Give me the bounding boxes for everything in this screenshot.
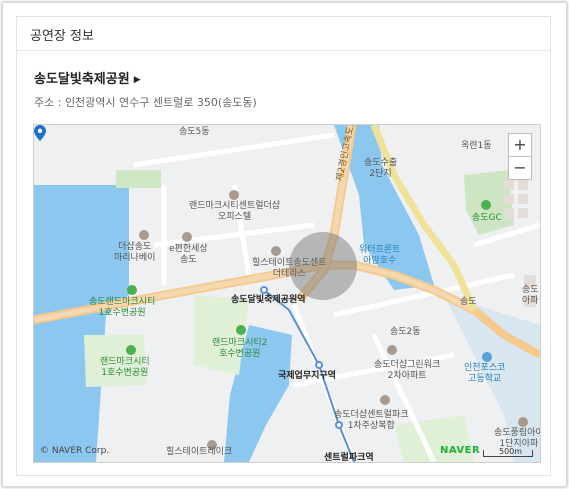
map-label: 워터프론트 아암호수 [359, 245, 401, 266]
map-label: 송도2동 [390, 327, 421, 337]
map-label: 송도 아파 [522, 285, 539, 306]
card-title: 공연장 정보 [30, 29, 94, 44]
map-label: 국제업무지구역 [278, 371, 336, 381]
arrow-right-icon: ▶ [133, 75, 141, 85]
venue-address: 주소 : 인천광역시 연수구 센트럴로 350(송도동) [34, 96, 257, 109]
map-label: 인천포스코 고등학교 [464, 363, 506, 384]
map-scale: 500m [483, 445, 533, 457]
map-label: 송도GC [472, 213, 502, 223]
card-header: 공연장 정보 [17, 17, 550, 51]
map-label: 송도달빛축제공원역 [231, 295, 306, 305]
naver-logo[interactable]: NAVER [440, 445, 480, 456]
zoom-out-button[interactable]: − [509, 157, 531, 179]
map-label: 송도수출 2단지 [364, 158, 398, 179]
zoom-in-button[interactable]: + [509, 134, 531, 157]
venue-name-link[interactable]: 송도달빛축제공원 ▶ [34, 68, 141, 87]
map-label: e편한세상 송도 [169, 244, 208, 265]
map-label: 랜드마크시티 1호수변공원 [100, 357, 150, 378]
map-label: 랜드마크시티센트럴더샵 오피스텔 [189, 201, 281, 222]
outer-frame: 공연장 정보 송도달빛축제공원 ▶ 주소 : 인천광역시 연수구 센트럴로 350… [2, 2, 567, 487]
map-label: 송도5동 [179, 127, 210, 137]
zoom-control: + − [508, 133, 532, 180]
location-pin-icon[interactable] [34, 125, 46, 141]
map-copyright: © NAVER Corp. [40, 446, 110, 456]
venue-name: 송도달빛축제공원 [34, 72, 130, 87]
map-label: 힐스테이트레이크 [166, 447, 233, 457]
map-label: 송도더샵그린워크 2차아파트 [374, 360, 441, 381]
park-1 [116, 170, 161, 188]
map-label: 송도 [460, 297, 477, 307]
scale-label: 500m [499, 447, 523, 456]
venue-info-card: 공연장 정보 송도달빛축제공원 ▶ 주소 : 인천광역시 연수구 센트럴로 350… [16, 16, 551, 476]
map-canvas [34, 125, 540, 462]
map-label: 송도랜드마크시티 1호수변공원 [89, 297, 156, 318]
map-label: 센트럴파크역 [324, 453, 374, 463]
map-label: 랜드마크시티2 호수변공원 [212, 338, 268, 359]
map-label: 옥련1동 [461, 141, 492, 151]
location-radius [289, 232, 357, 300]
map-label: 더샵송도 마리나베이 [114, 242, 156, 263]
venue-map[interactable]: 송도5동 옥련1동 송도수출 2단지 랜드마크시티센트럴더샵 오피스텔 더샵송도… [33, 124, 541, 463]
map-label: 송도더샵센트럴파크 1차주상복합 [334, 410, 409, 431]
